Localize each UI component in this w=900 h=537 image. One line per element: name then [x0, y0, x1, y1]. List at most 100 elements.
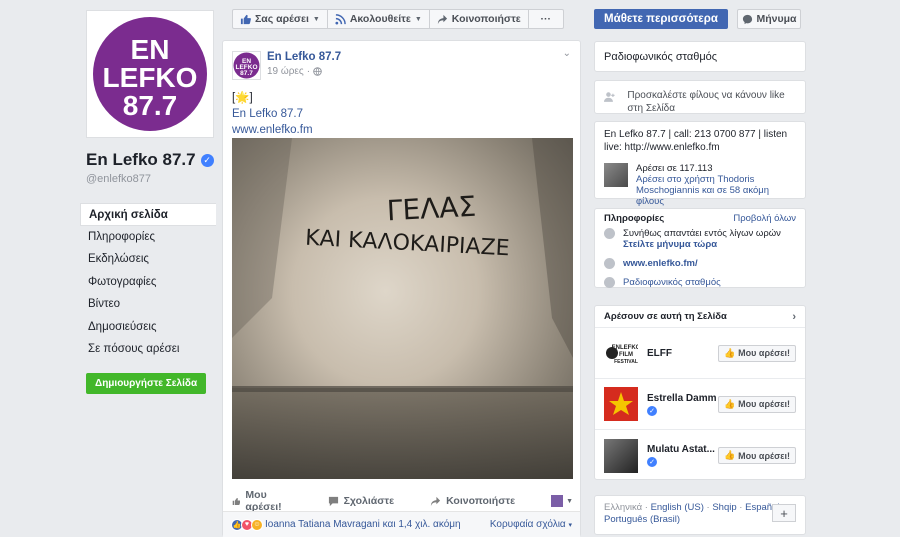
svg-text:FESTIVAL: FESTIVAL — [614, 359, 638, 365]
language-separator: · — [739, 502, 743, 513]
language-link[interactable]: English (US) — [651, 502, 704, 513]
post-options-chevron-icon[interactable]: ⌄ — [563, 48, 571, 59]
info-title: Πληροφορίες — [604, 213, 665, 224]
globe-icon — [313, 67, 322, 76]
language-link[interactable]: Português (Brasil) — [604, 514, 680, 525]
mulatu-photo-image[interactable] — [604, 438, 638, 473]
page-name-text[interactable]: En Lefko 87.7 — [86, 150, 196, 170]
comment-icon — [328, 496, 338, 506]
share-button[interactable]: Κοινοποιήστε — [428, 9, 529, 29]
nav-item-photos[interactable]: Φωτογραφίες — [80, 271, 216, 294]
like-page-button[interactable]: 👍 Μου αρέσει! — [717, 344, 796, 362]
more-options-button[interactable]: ··· — [527, 9, 564, 29]
send-message-link[interactable]: Στείλτε μήνυμα τώρα — [623, 239, 781, 250]
language-link[interactable]: Shqip — [712, 502, 736, 513]
create-page-button[interactable]: Δημιουργήστε Σελίδα — [86, 372, 207, 394]
logo-image: EN LEFKO 87.7 — [93, 17, 207, 131]
post-text-link-page[interactable]: En Lefko 87.7 — [232, 106, 571, 122]
post-author[interactable]: En Lefko 87.7 — [267, 51, 341, 63]
nav-item-posts[interactable]: Δημοσιεύσεις — [80, 316, 216, 339]
post-share-button[interactable]: Κοινοποιήστε — [430, 495, 515, 507]
chevron-right-icon: › — [792, 310, 796, 323]
thumbs-up-icon — [240, 14, 251, 24]
like-page-label: Μου αρέσει! — [738, 450, 790, 461]
liked-page-name[interactable]: Mulatu Astat... ✓ — [647, 444, 718, 467]
thumbs-up-icon: 👍 — [723, 347, 736, 358]
post-avatar[interactable]: EN LEFKO 87.7 — [232, 51, 261, 80]
liked-page-name[interactable]: ELFF — [647, 348, 718, 359]
follow-button[interactable]: Ακολουθείτε ▼ — [326, 9, 430, 29]
about-card: En Lefko 87.7 | call: 213 0700 877 | lis… — [594, 121, 806, 207]
message-label: Μήνυμα — [756, 13, 797, 25]
liked-pages-header[interactable]: Αρέσουν σε αυτή τη Σελίδα › — [595, 306, 805, 328]
post-comment-button[interactable]: Σχολιάστε — [328, 495, 394, 507]
estrella-logo-image[interactable] — [604, 387, 638, 421]
language-list: Ελληνικά · English (US) · Shqip · Españo… — [604, 502, 796, 526]
friends-like-text[interactable]: Αρέσει στο χρήστη Thodoris Moschogiannis… — [636, 174, 796, 207]
reaction-icons[interactable]: 👍 ♥ ☺ — [231, 518, 263, 531]
nav-item-about[interactable]: Πληροφορίες — [80, 226, 216, 249]
category-link[interactable]: Ραδιοφωνικός σταθμός — [623, 277, 721, 288]
post-time-separator: · — [306, 66, 311, 77]
invite-friends-card[interactable]: Προσκαλέστε φίλους να κάνουν like στη Σε… — [594, 80, 806, 114]
logo-mini-image: EN LEFKO 87.7 — [233, 52, 260, 79]
info-header: Πληροφορίες Προβολή όλων — [604, 213, 796, 224]
website-link[interactable]: www.enlefko.fm/ — [623, 258, 698, 269]
liked-page-name[interactable]: Estrella Damm ✓ — [647, 393, 718, 416]
reactions-summary[interactable]: Ioanna Tatiana Mavragani και 1,4 χιλ. ακ… — [265, 519, 461, 530]
nav-item-events[interactable]: Εκδηλώσεις — [80, 248, 216, 271]
nav-item-videos[interactable]: Βίντεο — [80, 293, 216, 316]
tag-icon — [604, 277, 615, 288]
page-handle: @enlefko877 — [86, 173, 151, 185]
avatar — [551, 495, 564, 507]
post-as-selector[interactable]: ▼ — [551, 495, 573, 507]
like-page-button[interactable]: Σας αρέσει ▼ — [232, 9, 328, 29]
logo-line-2: LEFKO — [103, 62, 198, 93]
page-likes-row: Αρέσει σε 117.113 Αρέσει στο χρήστη Thod… — [604, 163, 796, 207]
left-column: EN LEFKO 87.7 En Lefko 87.7 ✓ @enlefko87… — [80, 10, 216, 394]
like-page-button[interactable]: 👍 Μου αρέσει! — [717, 395, 796, 413]
post-time-text: 19 ώρες — [267, 66, 304, 77]
top-comments-selector[interactable]: Κορυφαία σχόλια ▾ — [490, 519, 572, 530]
caret-down-icon: ▼ — [414, 15, 422, 23]
more-languages-button[interactable]: + — [772, 504, 796, 522]
info-card: Πληροφορίες Προβολή όλων Συνήθως απαντάε… — [594, 208, 806, 288]
category-row: Ραδιοφωνικός σταθμός — [604, 277, 796, 288]
verified-badge-icon: ✓ — [647, 405, 657, 416]
page-action-bar: Σας αρέσει ▼ Ακολουθείτε ▼ Κοινοποιήστε … — [232, 9, 564, 29]
verified-badge-icon: ✓ — [647, 457, 657, 467]
response-text: Συνήθως απαντάει εντός λίγων ωρών — [623, 228, 781, 239]
see-all-link[interactable]: Προβολή όλων — [733, 213, 796, 224]
post-text-link-url[interactable]: www.enlefko.fm — [232, 122, 571, 138]
post-reactions-bar: 👍 ♥ ☺ Ioanna Tatiana Mavragani και 1,4 χ… — [223, 511, 580, 537]
messenger-icon — [742, 14, 752, 24]
post-photo[interactable]: ΓΕΛΑΣ ΚΑΙ ΚΑΛΟΚΑΙΡΙΑΖΕ — [232, 138, 573, 479]
thumbs-up-icon: 👍 — [723, 398, 736, 409]
thumbs-up-icon — [232, 497, 241, 505]
logo-line-1: EN — [131, 34, 170, 65]
profile-picture[interactable]: EN LEFKO 87.7 — [86, 10, 214, 138]
follow-label: Ακολουθείτε — [349, 13, 411, 25]
post-action-bar: Μου αρέσει! Σχολιάστε Κοινοποιήστε ▼ — [232, 489, 573, 513]
thumbs-up-icon: 👍 — [723, 450, 736, 460]
post-comment-label: Σχολιάστε — [343, 495, 395, 507]
language-separator: · — [644, 502, 648, 513]
post-like-button[interactable]: Μου αρέσει! — [232, 489, 292, 513]
add-friend-icon — [604, 92, 615, 102]
invite-text: Προσκαλέστε φίλους να κάνουν like στη Σε… — [627, 90, 785, 114]
page-title[interactable]: En Lefko 87.7 ✓ — [86, 150, 216, 170]
page-nav: Αρχική σελίδα Πληροφορίες Εκδηλώσεις Φωτ… — [80, 203, 216, 361]
liked-page-name-text: Mulatu Astat... — [647, 444, 715, 455]
friend-avatar[interactable] — [604, 163, 628, 187]
like-page-button[interactable]: 👍 Μου αρέσει! — [717, 447, 796, 464]
category-card: Ραδιοφωνικός σταθμός — [594, 41, 806, 72]
language-separator: · — [706, 502, 710, 513]
elff-logo-image[interactable]: ENLEFKO FILM FESTIVAL — [604, 336, 638, 370]
post-timestamp[interactable]: 19 ώρες · — [267, 66, 341, 77]
learn-more-button[interactable]: Μάθετε περισσότερα — [594, 9, 728, 29]
nav-item-home[interactable]: Αρχική σελίδα — [80, 203, 216, 226]
post-share-label: Κοινοποιήστε — [446, 495, 516, 507]
nav-item-likes[interactable]: Σε πόσους αρέσει — [80, 338, 216, 361]
message-button[interactable]: Μήνυμα — [737, 9, 801, 29]
post-card: EN LEFKO 87.7 En Lefko 87.7 19 ώρες · ⌄ … — [222, 40, 581, 537]
